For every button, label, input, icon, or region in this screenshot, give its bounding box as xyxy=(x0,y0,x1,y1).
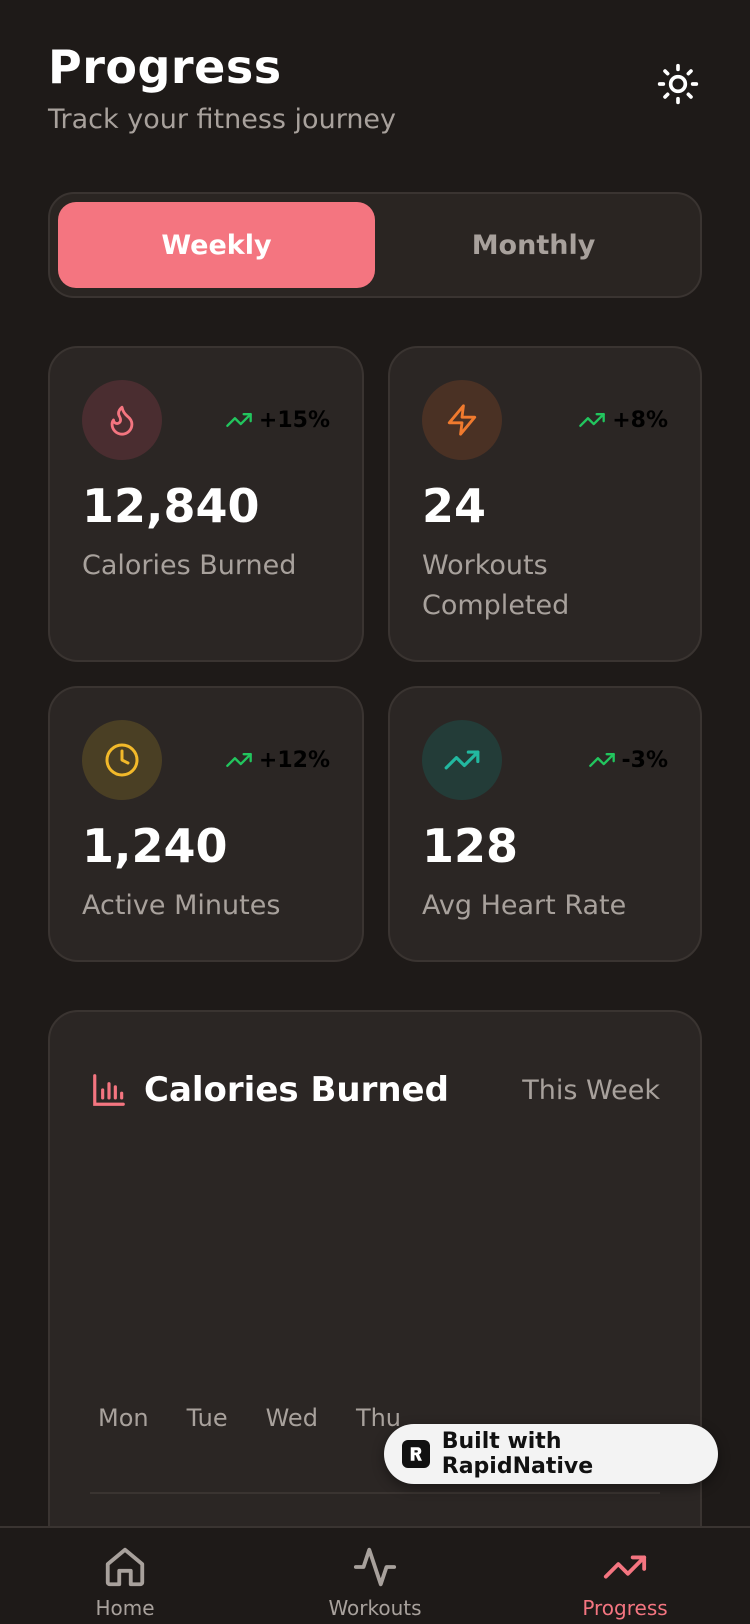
tab-progress[interactable]: Progress xyxy=(500,1528,750,1624)
chart-period: This Week xyxy=(522,1074,660,1106)
day-label: Wed xyxy=(265,1404,318,1432)
stat-icon-circle xyxy=(82,380,162,460)
tab-label: Workouts xyxy=(328,1596,422,1620)
segment-monthly[interactable]: Monthly xyxy=(375,202,692,288)
chart-axis-line xyxy=(90,1492,660,1494)
stat-label: Calories Burned xyxy=(82,550,297,581)
rapidnative-logo-icon xyxy=(402,1440,430,1468)
stat-value: 128 xyxy=(422,819,519,873)
lightning-icon xyxy=(447,404,477,436)
chart-header: Calories Burned This Week xyxy=(90,1062,660,1118)
theme-toggle-button[interactable] xyxy=(654,60,702,108)
day-label: Tue xyxy=(186,1404,228,1432)
stat-card-heart-rate: -3% 128 Avg Heart Rate xyxy=(388,686,702,962)
stat-value: 1,240 xyxy=(82,819,228,873)
trending-up-icon xyxy=(603,1555,647,1579)
trend-value: -3% xyxy=(621,747,668,773)
tab-workouts[interactable]: Workouts xyxy=(250,1528,500,1624)
flame-icon xyxy=(110,405,134,436)
stat-label: Active Minutes xyxy=(82,890,281,921)
home-icon xyxy=(105,1547,145,1587)
activity-icon xyxy=(353,1547,397,1587)
stat-label: Avg Heart Rate xyxy=(422,890,627,921)
bottom-tab-bar: Home Workouts Progress xyxy=(0,1526,750,1624)
trend-indicator: -3% xyxy=(588,746,668,774)
chart-day-labels: Mon Tue Wed Thu xyxy=(98,1404,439,1432)
tab-label: Progress xyxy=(582,1596,668,1620)
trending-up-icon xyxy=(579,413,606,427)
trending-up-icon xyxy=(226,413,252,427)
trend-value: +8% xyxy=(612,407,668,433)
tab-label: Home xyxy=(95,1596,155,1620)
built-with-badge[interactable]: Built with RapidNative xyxy=(384,1424,718,1484)
clock-icon xyxy=(105,743,139,777)
stat-value: 12,840 xyxy=(82,479,260,533)
trending-up-icon xyxy=(588,753,615,767)
stat-card-calories: +15% 12,840 Calories Burned xyxy=(48,346,364,662)
trending-up-icon xyxy=(226,753,252,767)
day-label: Mon xyxy=(98,1404,149,1432)
stat-card-workouts: +8% 24 Workouts Completed xyxy=(388,346,702,662)
header: Progress Track your fitness journey xyxy=(48,38,702,148)
period-segmented-control: Weekly Monthly xyxy=(48,192,702,298)
stat-value: 24 xyxy=(422,479,487,533)
day-label: Thu xyxy=(355,1404,402,1432)
chart-title: Calories Burned xyxy=(144,1070,449,1110)
trending-up-icon xyxy=(444,750,480,770)
trend-indicator: +12% xyxy=(225,746,330,774)
trend-indicator: +8% xyxy=(578,406,668,434)
stat-card-active-minutes: +12% 1,240 Active Minutes xyxy=(48,686,364,962)
sun-icon xyxy=(657,63,699,105)
tab-home[interactable]: Home xyxy=(0,1528,250,1624)
trend-value: +15% xyxy=(258,407,330,433)
trend-value: +12% xyxy=(258,747,330,773)
trend-indicator: +15% xyxy=(225,406,330,434)
bar-chart-icon xyxy=(93,1074,125,1106)
page-subtitle: Track your fitness journey xyxy=(48,104,397,135)
stat-icon-circle xyxy=(82,720,162,800)
page-title: Progress xyxy=(48,40,282,94)
stat-icon-circle xyxy=(422,720,502,800)
stat-label: Workouts Completed xyxy=(422,550,570,621)
badge-label: Built with RapidNative xyxy=(441,1429,594,1479)
segment-weekly[interactable]: Weekly xyxy=(58,202,375,288)
stat-icon-circle xyxy=(422,380,502,460)
